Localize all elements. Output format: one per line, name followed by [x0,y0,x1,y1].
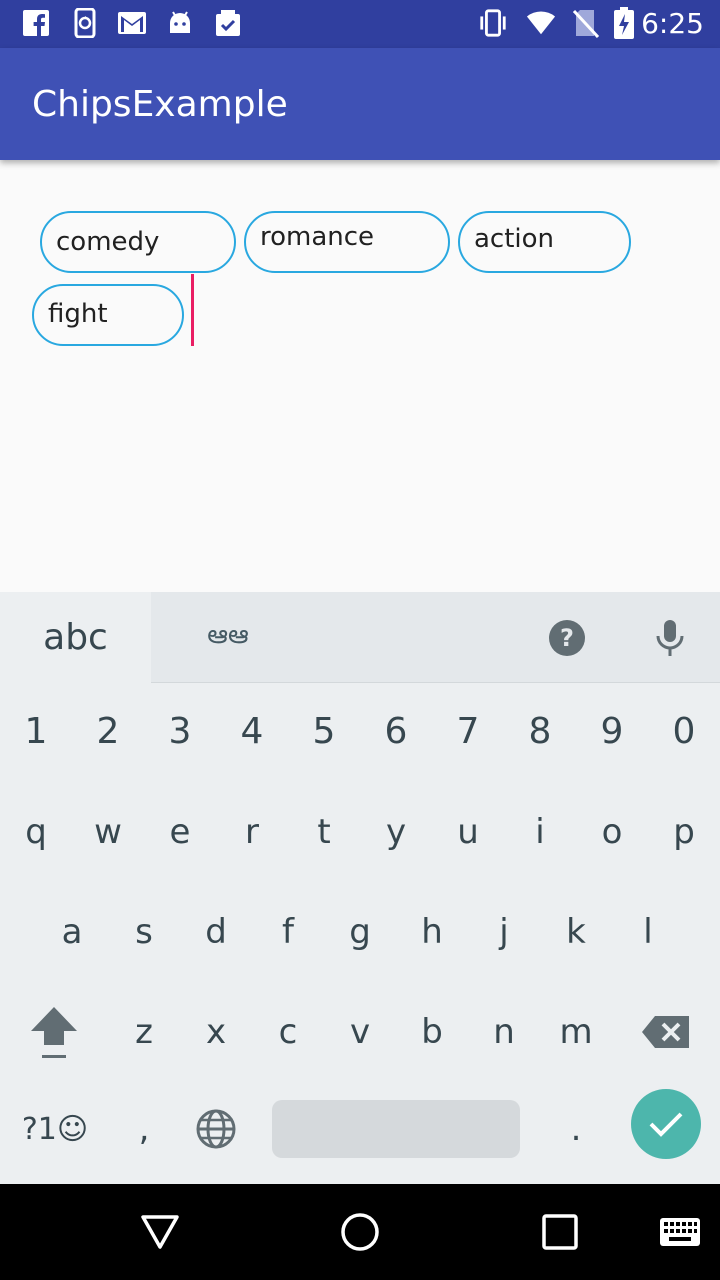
recents-button[interactable] [534,1206,586,1258]
space-bar[interactable] [272,1100,520,1158]
key-y[interactable]: y [360,787,432,877]
chip-label: romance [260,222,375,252]
key-d[interactable]: d [180,887,252,977]
key-x[interactable]: x [180,987,252,1077]
done-button[interactable] [631,1089,701,1159]
key-c[interactable]: c [252,987,324,1077]
key-p[interactable]: p [648,787,720,877]
app-bar: ChipsExample [0,48,720,160]
key-r[interactable]: r [216,787,288,877]
key-m[interactable]: m [540,987,612,1077]
key-a[interactable]: a [36,887,108,977]
chip-romance[interactable]: romance [244,211,450,273]
key-z[interactable]: z [108,987,180,1077]
microphone-icon[interactable] [650,618,690,658]
key-o[interactable]: o [576,787,648,877]
check-icon [649,1112,683,1137]
back-triangle-icon [141,1215,179,1249]
key-f[interactable]: f [252,887,324,977]
key-5[interactable]: 5 [288,686,360,776]
navigation-bar [0,1184,720,1280]
wifi-icon [526,8,556,38]
text-cursor [191,274,194,346]
keyboard-switch-button[interactable] [654,1206,706,1258]
key-6[interactable]: 6 [360,686,432,776]
facebook-icon [21,8,51,38]
comma-key[interactable]: , [108,1084,180,1174]
key-i[interactable]: i [504,787,576,877]
chip-label: action [474,224,555,254]
key-s[interactable]: s [108,887,180,977]
backspace-icon [642,1016,689,1048]
gmail-icon [117,8,147,38]
key-w[interactable]: w [72,787,144,877]
back-button[interactable] [134,1206,186,1258]
battery-charging-icon [609,7,639,39]
globe-icon [196,1109,236,1149]
chip-label: comedy [56,227,160,257]
key-t[interactable]: t [288,787,360,877]
vibrate-icon [478,8,508,38]
recents-square-icon [542,1214,578,1250]
key-h[interactable]: h [396,887,468,977]
chip-fight[interactable]: fight [32,284,184,346]
key-v[interactable]: v [324,987,396,1077]
symbols-key[interactable]: ?1☺ [14,1084,96,1174]
chip-label: fight [48,299,108,329]
android-icon [165,8,195,38]
shift-key[interactable] [18,987,90,1077]
no-sim-icon [571,8,601,38]
home-button[interactable] [334,1206,386,1258]
key-0[interactable]: 0 [648,686,720,776]
key-l[interactable]: l [612,887,684,977]
period-key[interactable]: . [540,1084,612,1174]
clipboard-check-icon [213,8,243,38]
key-g[interactable]: g [324,887,396,977]
key-u[interactable]: u [432,787,504,877]
language-key[interactable] [180,1084,252,1174]
key-8[interactable]: 8 [504,686,576,776]
key-4[interactable]: 4 [216,686,288,776]
key-n[interactable]: n [468,987,540,1077]
key-j[interactable]: j [468,887,540,977]
chip-action[interactable]: action [458,211,631,273]
app-title: ChipsExample [32,84,288,125]
key-k[interactable]: k [540,887,612,977]
key-1[interactable]: 1 [0,686,72,776]
keyboard-icon [660,1218,700,1246]
status-time: 6:25 [641,7,704,40]
tab-abc[interactable]: abc [0,592,151,683]
key-3[interactable]: 3 [144,686,216,776]
key-2[interactable]: 2 [72,686,144,776]
help-icon[interactable]: ? [547,618,587,658]
home-circle-icon [341,1213,379,1251]
key-b[interactable]: b [396,987,468,1077]
tab-script[interactable]: ఆఆ [200,616,256,660]
keyboard-top-bar: abc ఆఆ ? [0,592,720,683]
soft-keyboard: abc ఆఆ ? 1 2 3 4 5 6 7 8 9 0 q w e r t y… [0,592,720,1184]
backspace-key[interactable] [630,987,702,1077]
svg-text:?: ? [560,624,574,652]
key-7[interactable]: 7 [432,686,504,776]
key-e[interactable]: e [144,787,216,877]
status-bar: 6:25 [0,0,720,48]
key-q[interactable]: q [0,787,72,877]
key-9[interactable]: 9 [576,686,648,776]
chip-comedy[interactable]: comedy [40,211,236,273]
phone-sync-icon [70,8,100,38]
shift-icon [31,1007,77,1058]
